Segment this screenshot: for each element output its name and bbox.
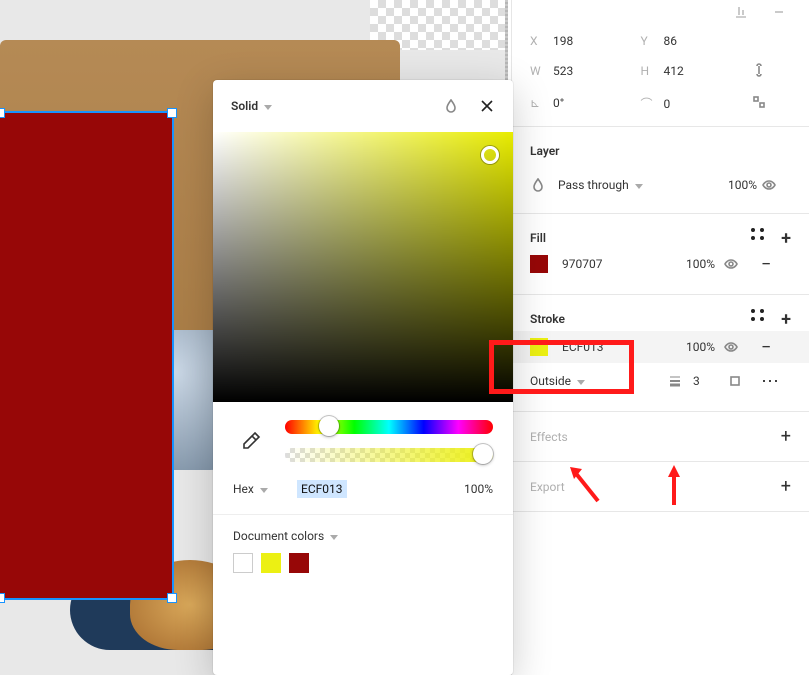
fill-opacity[interactable]: 100% (665, 257, 715, 271)
h-label: H (641, 64, 661, 78)
picker-opacity[interactable]: 100% (433, 482, 493, 496)
y-value[interactable]: 86 (663, 34, 677, 48)
independent-corners-icon[interactable] (751, 94, 767, 110)
document-color-swatches (233, 553, 493, 573)
rotation-value[interactable]: 0° (553, 96, 564, 110)
eyedropper-button[interactable] (233, 423, 269, 459)
layer-section: Layer Pass through 100% (512, 127, 809, 214)
layer-visibility-icon[interactable] (761, 177, 777, 193)
stroke-opacity[interactable]: 100% (665, 340, 715, 354)
fill-type-select[interactable]: Solid (231, 99, 272, 113)
fill-heading: Fill (530, 231, 546, 245)
remove-fill-button[interactable] (761, 254, 791, 275)
constrain-proportions-icon[interactable] (751, 62, 767, 78)
saturation-value-field[interactable] (213, 132, 513, 402)
x-value[interactable]: 198 (553, 34, 573, 48)
radius-value[interactable]: 0 (663, 97, 670, 111)
close-icon[interactable] (479, 98, 495, 114)
fill-swatch[interactable] (530, 255, 548, 273)
remove-stroke-button[interactable] (761, 337, 791, 358)
h-value[interactable]: 412 (663, 64, 683, 78)
fill-section: Fill 970707 100% (512, 214, 809, 295)
blend-mode-icon[interactable] (530, 177, 546, 193)
resize-handle-tl[interactable] (0, 108, 5, 118)
add-effect-button[interactable] (781, 426, 791, 447)
fill-hex[interactable]: 970707 (562, 257, 657, 271)
doc-color-yellow[interactable] (261, 553, 281, 573)
hex-input[interactable]: ECF013 (297, 480, 347, 498)
fill-type-value: Solid (231, 99, 258, 113)
effects-section: Effects (512, 412, 809, 462)
resize-handle-br[interactable] (167, 593, 177, 603)
rotation-icon: ⊾ (530, 96, 550, 110)
w-label: W (530, 64, 550, 78)
color-picker[interactable]: Solid Hex ECF013 100% Document colors (213, 80, 513, 675)
hue-slider[interactable] (285, 420, 493, 434)
doc-color-red[interactable] (289, 553, 309, 573)
export-section: Export (512, 462, 809, 512)
align-more-icon[interactable] (771, 4, 787, 20)
effects-heading: Effects (530, 430, 568, 444)
annotation-arrow-2 (664, 465, 684, 513)
alpha-slider[interactable] (285, 448, 493, 462)
hue-knob[interactable] (319, 416, 339, 436)
resize-handle-tr[interactable] (167, 108, 177, 118)
doc-color-white[interactable] (233, 553, 253, 573)
layer-opacity[interactable]: 100% (707, 178, 757, 192)
radius-icon: ⌒ (641, 95, 661, 112)
stroke-advanced-button[interactable] (761, 371, 791, 392)
annotation-highlight-stroke (489, 340, 634, 394)
fill-styles-icon[interactable] (751, 228, 765, 242)
align-bottom-icon[interactable] (733, 4, 749, 20)
stroke-weight-icon (667, 373, 683, 389)
resize-handle-bl[interactable] (0, 593, 5, 603)
sv-handle[interactable] (481, 146, 499, 164)
annotation-arrow-1 (568, 465, 602, 509)
y-label: Y (641, 34, 661, 48)
blend-mode-value: Pass through (558, 178, 629, 192)
stroke-weight[interactable]: 3 (693, 374, 723, 388)
add-export-button[interactable] (781, 476, 791, 497)
stroke-per-side-icon[interactable] (727, 373, 743, 389)
stroke-styles-icon[interactable] (751, 309, 765, 323)
export-heading: Export (530, 480, 565, 494)
properties-panel: X 198 Y 86 W 523 H 412 ⊾ 0° ⌒ 0 Layer Pa… (511, 0, 809, 675)
align-toolbar (511, 0, 809, 24)
alpha-knob[interactable] (473, 444, 493, 464)
selected-rectangle[interactable] (0, 113, 172, 598)
document-colors-label: Document colors (233, 529, 324, 543)
color-model-value: Hex (233, 482, 254, 496)
blend-mode-select[interactable]: Pass through (558, 178, 703, 192)
stroke-visibility-icon[interactable] (723, 339, 739, 355)
add-stroke-button[interactable] (781, 309, 791, 330)
stroke-heading: Stroke (530, 312, 565, 326)
color-model-select[interactable]: Hex (233, 482, 289, 496)
layer-heading: Layer (530, 144, 560, 158)
fill-visibility-icon[interactable] (723, 256, 739, 272)
document-colors-select[interactable]: Document colors (233, 529, 338, 543)
add-fill-button[interactable] (781, 228, 791, 249)
x-label: X (530, 34, 550, 48)
blend-icon[interactable] (443, 98, 459, 114)
w-value[interactable]: 523 (553, 64, 573, 78)
